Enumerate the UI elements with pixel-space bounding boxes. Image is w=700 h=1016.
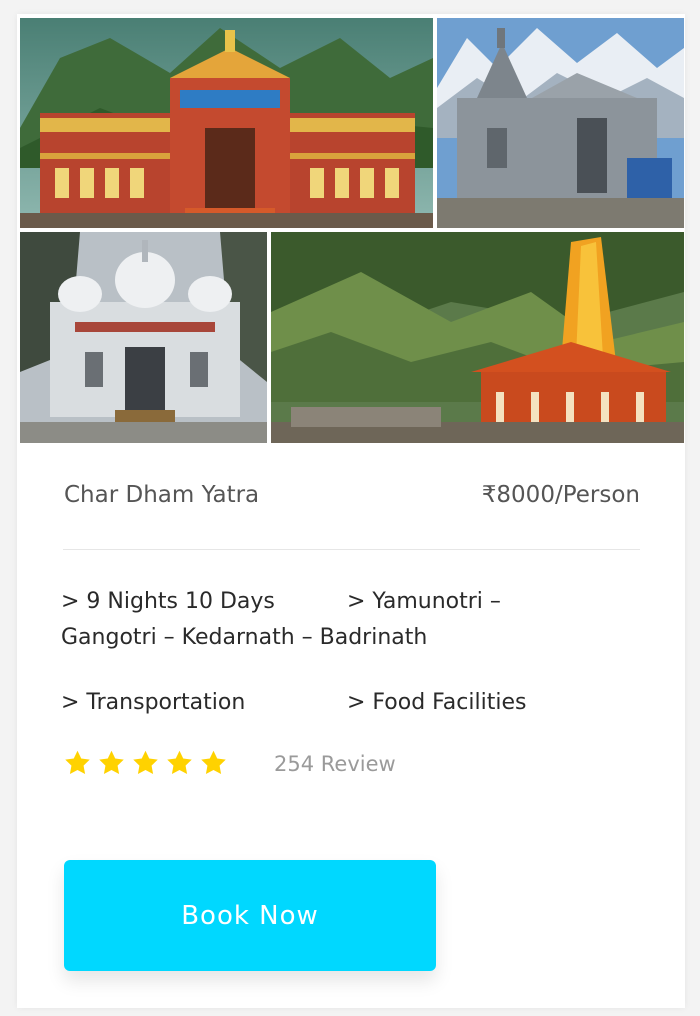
star-icon [63, 749, 92, 777]
book-now-button[interactable]: Book Now [64, 860, 436, 971]
review-count[interactable]: 254 Review [274, 752, 396, 776]
package-card: Char Dham Yatra ₹8000/Person > 9 Nights … [17, 14, 685, 1008]
yamunotri-temple-image[interactable] [271, 232, 684, 443]
star-icon [199, 749, 228, 777]
feature-food-facilities: > Food Facilities [347, 690, 527, 715]
kedarnath-temple-image[interactable] [437, 18, 684, 228]
feature-route-start: > Yamunotri – [347, 589, 501, 614]
star-icon [165, 749, 194, 777]
star-icon [97, 749, 126, 777]
divider [63, 549, 640, 550]
badrinath-temple-image[interactable] [20, 18, 433, 228]
feature-duration: > 9 Nights 10 Days [61, 589, 275, 614]
feature-transportation: > Transportation [61, 690, 246, 715]
package-title: Char Dham Yatra [64, 482, 260, 508]
gangotri-temple-image[interactable] [20, 232, 267, 443]
star-icon [131, 749, 160, 777]
star-rating [63, 749, 228, 777]
package-price: ₹8000/Person [481, 482, 640, 508]
feature-route-continued: Gangotri – Kedarnath – Badrinath [61, 625, 428, 650]
